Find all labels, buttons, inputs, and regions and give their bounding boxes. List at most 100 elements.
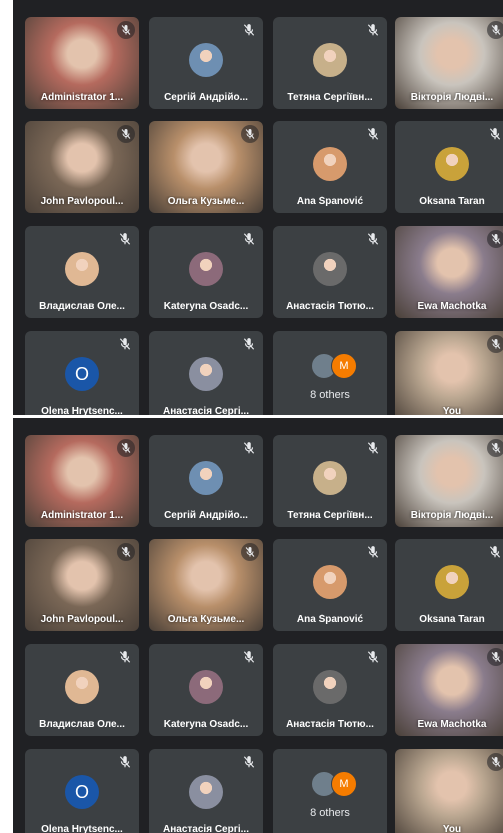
participant-tile[interactable]: Анастасія Тютю... xyxy=(273,644,387,736)
participant-tile[interactable]: Владислав Оле... xyxy=(25,644,139,736)
mic-off-icon xyxy=(118,337,132,351)
avatar xyxy=(189,43,223,77)
participant-tile[interactable]: Ольга Кузьме... xyxy=(149,121,263,213)
avatar xyxy=(313,147,347,181)
video-grid-top: Administrator 1... Сергій Андрійо... Тетян… xyxy=(13,0,503,415)
mic-off-icon xyxy=(487,335,503,353)
video-grid-bottom: Administrator 1... Сергій Андрійо... Тетян… xyxy=(13,418,503,833)
mic-off-icon xyxy=(487,753,503,771)
participant-name: You xyxy=(442,406,462,415)
participant-name: Тетяна Сергіївн... xyxy=(287,92,373,103)
participant-tile[interactable]: Вікторія Людві... xyxy=(395,435,503,527)
participant-tile[interactable]: Administrator 1... xyxy=(25,17,139,109)
participant-name: Ольга Кузьме... xyxy=(167,614,245,625)
participant-name: Ewa Machotka xyxy=(417,719,487,730)
others-count-label: 8 others xyxy=(310,389,350,401)
mic-off-icon xyxy=(241,125,259,143)
others-count-label: 8 others xyxy=(310,807,350,819)
mic-off-icon xyxy=(487,439,503,457)
participant-tile[interactable]: M 8 others xyxy=(273,331,387,415)
participant-name: Ana Španović xyxy=(296,196,364,207)
participant-tile[interactable]: O Olena Hrytsenc... xyxy=(25,749,139,833)
participant-tile[interactable]: Ana Španović xyxy=(273,539,387,631)
participant-tile[interactable]: Владислав Оле... xyxy=(25,226,139,318)
participant-tile[interactable]: Вікторія Людві... xyxy=(395,17,503,109)
avatar-letter: O xyxy=(65,357,99,391)
participant-name: John Pavlopoul... xyxy=(40,614,124,625)
participant-name: Kateryna Osadc... xyxy=(163,301,249,312)
avatar xyxy=(435,565,469,599)
mic-off-icon xyxy=(366,650,380,664)
participant-tile[interactable]: You xyxy=(395,331,503,415)
avatar xyxy=(189,670,223,704)
participant-name: Oksana Taran xyxy=(419,614,485,625)
avatar-letter: O xyxy=(65,775,99,809)
participant-name: Kateryna Osadc... xyxy=(163,719,249,730)
participant-tile[interactable]: Тетяна Сергіївн... xyxy=(273,435,387,527)
participant-tile[interactable]: Kateryna Osadc... xyxy=(149,644,263,736)
participant-name: Administrator 1... xyxy=(40,92,124,103)
participant-name: Анастасія Тютю... xyxy=(286,719,374,730)
avatar xyxy=(313,252,347,286)
avatar xyxy=(189,775,223,809)
participant-name: Ana Španović xyxy=(296,614,364,625)
participant-name: Анастасія Тютю... xyxy=(286,301,374,312)
avatar xyxy=(313,461,347,495)
mic-off-icon xyxy=(242,441,256,455)
participant-tile[interactable]: You xyxy=(395,749,503,833)
participant-name: Oksana Taran xyxy=(419,196,485,207)
participant-name: You xyxy=(442,824,462,833)
participant-tile[interactable]: O Olena Hrytsenc... xyxy=(25,331,139,415)
avatar xyxy=(189,357,223,391)
participant-tile[interactable]: Ewa Machotka xyxy=(395,226,503,318)
participant-name: Ewa Machotka xyxy=(417,301,487,312)
mic-off-icon xyxy=(242,755,256,769)
participant-name: Анастасія Сергі... xyxy=(163,406,249,415)
participant-tile[interactable]: Administrator 1... xyxy=(25,435,139,527)
participant-tile[interactable]: John Pavlopoul... xyxy=(25,539,139,631)
avatar xyxy=(313,565,347,599)
mic-off-icon xyxy=(366,23,380,37)
avatar-letter: M xyxy=(331,771,357,797)
avatar xyxy=(435,147,469,181)
participant-name: Сергій Андрійо... xyxy=(164,92,248,103)
avatar xyxy=(313,43,347,77)
participant-tile[interactable]: Ana Španović xyxy=(273,121,387,213)
participant-name: Анастасія Сергі... xyxy=(163,824,249,833)
mic-off-icon xyxy=(487,21,503,39)
participant-tile[interactable]: John Pavlopoul... xyxy=(25,121,139,213)
participant-tile[interactable]: Анастасія Сергі... xyxy=(149,331,263,415)
participant-name: Вікторія Людві... xyxy=(410,92,494,103)
mic-off-icon xyxy=(366,127,380,141)
avatar xyxy=(313,670,347,704)
participant-tile[interactable]: Oksana Taran xyxy=(395,121,503,213)
mic-off-icon xyxy=(242,650,256,664)
mic-off-icon xyxy=(242,23,256,37)
avatar xyxy=(65,670,99,704)
mic-off-icon xyxy=(488,127,502,141)
mic-off-icon xyxy=(242,232,256,246)
others-avatars: M xyxy=(311,771,357,797)
participant-name: Olena Hrytsenc... xyxy=(41,406,123,415)
participant-tile[interactable]: Kateryna Osadc... xyxy=(149,226,263,318)
participant-tile[interactable]: Ольга Кузьме... xyxy=(149,539,263,631)
participant-tile[interactable]: Oksana Taran xyxy=(395,539,503,631)
mic-off-icon xyxy=(118,650,132,664)
participant-tile[interactable]: Ewa Machotka xyxy=(395,644,503,736)
participant-name: Владислав Оле... xyxy=(39,301,125,312)
mic-off-icon xyxy=(487,648,503,666)
mic-off-icon xyxy=(117,439,135,457)
mic-off-icon xyxy=(241,543,259,561)
participant-tile[interactable]: Тетяна Сергіївн... xyxy=(273,17,387,109)
mic-off-icon xyxy=(366,441,380,455)
participant-tile[interactable]: M 8 others xyxy=(273,749,387,833)
participant-tile[interactable]: Анастасія Тютю... xyxy=(273,226,387,318)
participant-name: Ольга Кузьме... xyxy=(167,196,245,207)
participant-tile[interactable]: Сергій Андрійо... xyxy=(149,17,263,109)
mic-off-icon xyxy=(117,543,135,561)
mic-off-icon xyxy=(366,545,380,559)
mic-off-icon xyxy=(118,232,132,246)
participant-tile[interactable]: Анастасія Сергі... xyxy=(149,749,263,833)
participant-tile[interactable]: Сергій Андрійо... xyxy=(149,435,263,527)
avatar xyxy=(65,252,99,286)
